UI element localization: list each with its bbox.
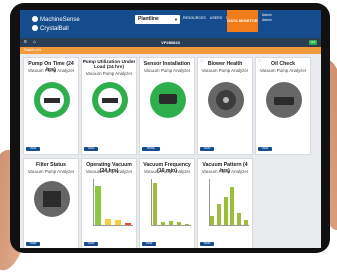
chart-bar[interactable] xyxy=(160,221,166,225)
card-operating-vacuum: Operating Vacuum (24 hrs) Vacuum Pump An… xyxy=(81,158,137,248)
brand-primary[interactable]: MachineSense xyxy=(32,16,80,23)
card-subtitle: Vacuum Pump Analyzer xyxy=(201,68,249,73)
card-title: Pump Utilization Under Load (24 hrs) xyxy=(82,60,136,71)
card-subtitle: Vacuum Pump Analyzer xyxy=(259,68,307,73)
filter-icon xyxy=(34,181,70,217)
sensor-icon xyxy=(150,82,186,118)
page-toolbar: ≡ ⌂ VP280843 ON xyxy=(20,38,321,47)
site-select[interactable]: Plantline ▼ xyxy=(135,15,180,24)
chart-bar[interactable] xyxy=(217,203,221,225)
more-details-button[interactable]: MORE DETAILS xyxy=(142,147,160,154)
card-blower-health: ⓘ Blower Health Vacuum Pump Analyzer VIE… xyxy=(197,57,253,155)
fan-icon xyxy=(208,82,244,118)
top-header: MachineSense CrystalBall Plantline ▼ RES… xyxy=(20,10,321,38)
view-more-button[interactable]: VIEW MORE xyxy=(200,242,214,248)
view-more-button[interactable]: VIEW MORE xyxy=(26,147,40,154)
card-vacuum-frequency: Vacuum Frequency (10 min) Vacuum Pump An… xyxy=(139,158,195,248)
card-subtitle: Vacuum Pump Analyzer xyxy=(85,169,133,174)
site-select-value: Plantline xyxy=(138,16,159,22)
card-subtitle: Vacuum Pump Analyzer xyxy=(27,68,75,73)
view-more-button[interactable]: VIEW MORE xyxy=(84,147,98,154)
view-more-button[interactable]: VIEW MORE xyxy=(84,242,98,248)
gauge-icon xyxy=(92,82,128,118)
breadcrumb-bar: Dashboard xyxy=(20,47,321,54)
view-more-button[interactable]: VIEW MORE xyxy=(26,242,40,248)
view-more-button[interactable]: VIEW MORE xyxy=(142,242,156,248)
card-title: Oil Check xyxy=(271,61,295,67)
view-more-button[interactable]: VIEW MORE xyxy=(258,147,272,154)
chart-bar[interactable] xyxy=(237,212,241,225)
card-vacuum-pattern: Vacuum Pattern (4 hrs) Vacuum Pump Analy… xyxy=(197,158,253,248)
nav-users[interactable]: USERS xyxy=(210,16,222,20)
card-subtitle: Vacuum Pump Analyzer xyxy=(143,169,191,174)
user-line-2: Admin xyxy=(262,18,272,22)
card-title: Sensor Installation xyxy=(143,61,191,67)
brand-secondary-label: CrystalBall xyxy=(40,26,69,32)
app-screen: MachineSense CrystalBall Plantline ▼ RES… xyxy=(20,10,321,248)
nav-resources[interactable]: RESOURCES xyxy=(183,16,206,20)
x-axis xyxy=(93,225,133,226)
chart-bar[interactable] xyxy=(210,215,215,225)
operating-vacuum-chart xyxy=(86,177,134,233)
chart-bar[interactable] xyxy=(230,186,235,225)
gauge-icon xyxy=(34,82,70,118)
card-pump-on-time: ⓘ Pump On Time (24 hrs) Vacuum Pump Anal… xyxy=(23,57,79,155)
chart-bar[interactable] xyxy=(176,222,182,225)
chart-bar[interactable] xyxy=(95,185,101,225)
card-filter-status: Filter Status Vacuum Pump Analyzer VIEW … xyxy=(23,158,79,248)
card-sensor-installation: ⓘ Sensor Installation Vacuum Pump Analyz… xyxy=(139,57,195,155)
chart-bar[interactable] xyxy=(223,197,228,225)
brand-secondary[interactable]: CrystalBall xyxy=(32,25,69,32)
chart-bar[interactable] xyxy=(115,219,121,225)
x-axis xyxy=(209,225,249,226)
chevron-down-icon: ▼ xyxy=(174,17,178,22)
data-monitor-button[interactable]: DATA MONITOR xyxy=(227,10,258,32)
chart-bar[interactable] xyxy=(168,220,174,225)
machinesense-logo-icon xyxy=(32,16,38,22)
user-menu[interactable]: Admin Admin xyxy=(262,13,272,23)
status-badge: ON xyxy=(309,40,317,45)
card-title: Filter Status xyxy=(36,162,66,168)
chart-bar[interactable] xyxy=(125,222,131,225)
card-subtitle: Vacuum Pump Analyzer xyxy=(85,71,133,76)
view-more-button[interactable]: VIEW MORE xyxy=(200,147,214,154)
crystalball-logo-icon xyxy=(32,25,38,31)
chart-bar[interactable] xyxy=(243,220,248,225)
chart-bar[interactable] xyxy=(105,218,111,225)
vacuum-pattern-chart xyxy=(202,177,250,233)
chart-bar[interactable] xyxy=(184,223,190,225)
breadcrumb[interactable]: Dashboard xyxy=(24,48,41,52)
card-oil-check: ⓘ Oil Check Vacuum Pump Analyzer VIEW MO… xyxy=(255,57,311,155)
x-axis xyxy=(151,225,191,226)
y-axis xyxy=(151,179,152,225)
card-subtitle: Vacuum Pump Analyzer xyxy=(143,68,191,73)
brand-primary-label: MachineSense xyxy=(40,17,80,23)
card-title: Blower Health xyxy=(207,61,243,67)
card-pump-utilization: ⓘ Pump Utilization Under Load (24 hrs) V… xyxy=(81,57,137,155)
card-subtitle: Vacuum Pump Analyzer xyxy=(27,169,75,174)
chart-bar[interactable] xyxy=(152,182,158,225)
y-axis xyxy=(93,179,94,225)
card-subtitle: Vacuum Pump Analyzer xyxy=(201,169,249,174)
oil-can-icon xyxy=(266,82,302,118)
vacuum-frequency-chart xyxy=(144,177,192,233)
page-title: VP280843 xyxy=(161,40,180,45)
